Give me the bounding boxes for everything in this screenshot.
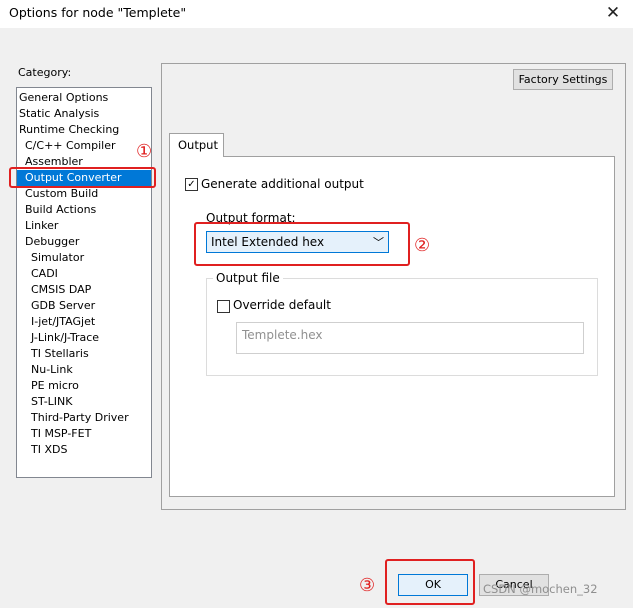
tab-output[interactable]: Output — [169, 133, 224, 157]
category-item-pe-micro[interactable]: PE micro — [17, 378, 79, 394]
annotation-marker-1: ① — [136, 141, 153, 162]
category-item-st-link[interactable]: ST-LINK — [17, 394, 72, 410]
category-item-custom-build[interactable]: Custom Build — [17, 186, 98, 202]
category-item-i-jet-jtagjet[interactable]: I-jet/JTAGjet — [17, 314, 95, 330]
category-item-ti-msp-fet[interactable]: TI MSP-FET — [17, 426, 91, 442]
annotation-marker-2: ② — [414, 235, 431, 256]
category-item-third-party-driver[interactable]: Third-Party Driver — [17, 410, 129, 426]
category-item-ti-stellaris[interactable]: TI Stellaris — [17, 346, 89, 362]
category-item-simulator[interactable]: Simulator — [17, 250, 84, 266]
category-item-runtime-checking[interactable]: Runtime Checking — [17, 122, 119, 138]
category-item-general-options[interactable]: General Options — [17, 90, 108, 106]
override-default-checkbox[interactable] — [217, 300, 230, 313]
category-item-static-analysis[interactable]: Static Analysis — [17, 106, 99, 122]
category-item-debugger[interactable]: Debugger — [17, 234, 79, 250]
checkmark-icon: ✓ — [187, 179, 196, 190]
category-list[interactable]: General Options Static Analysis Runtime Ch… — [16, 87, 152, 478]
annotation-box-3 — [385, 559, 475, 605]
title-bar: Options for node "Templete" ✕ — [0, 0, 633, 28]
annotation-box-2 — [194, 222, 410, 266]
category-item-linker[interactable]: Linker — [17, 218, 58, 234]
category-label: Category: — [18, 66, 72, 79]
category-item-nu-link[interactable]: Nu-Link — [17, 362, 73, 378]
category-item-cmsis-dap[interactable]: CMSIS DAP — [17, 282, 91, 298]
category-item-j-link-j-trace[interactable]: J-Link/J-Trace — [17, 330, 99, 346]
annotation-marker-3: ③ — [359, 575, 376, 596]
watermark: CSDN @mochen_32 — [483, 582, 598, 596]
output-file-value: Templete.hex — [242, 328, 323, 342]
generate-output-label: Generate additional output — [201, 177, 364, 191]
annotation-box-1 — [9, 167, 156, 188]
close-icon[interactable]: ✕ — [602, 2, 624, 24]
category-item-gdb-server[interactable]: GDB Server — [17, 298, 95, 314]
output-file-group-label: Output file — [213, 271, 283, 285]
category-item-cadi[interactable]: CADI — [17, 266, 58, 282]
output-file-field[interactable]: Templete.hex — [236, 322, 584, 354]
generate-output-checkbox[interactable]: ✓ — [185, 178, 198, 191]
category-item-build-actions[interactable]: Build Actions — [17, 202, 96, 218]
window-title: Options for node "Templete" — [9, 5, 187, 20]
factory-settings-button[interactable]: Factory Settings — [513, 69, 613, 90]
override-default-label: Override default — [233, 298, 331, 312]
category-item-ti-xds[interactable]: TI XDS — [17, 442, 67, 458]
category-item-c-c-compiler[interactable]: C/C++ Compiler — [17, 138, 116, 154]
